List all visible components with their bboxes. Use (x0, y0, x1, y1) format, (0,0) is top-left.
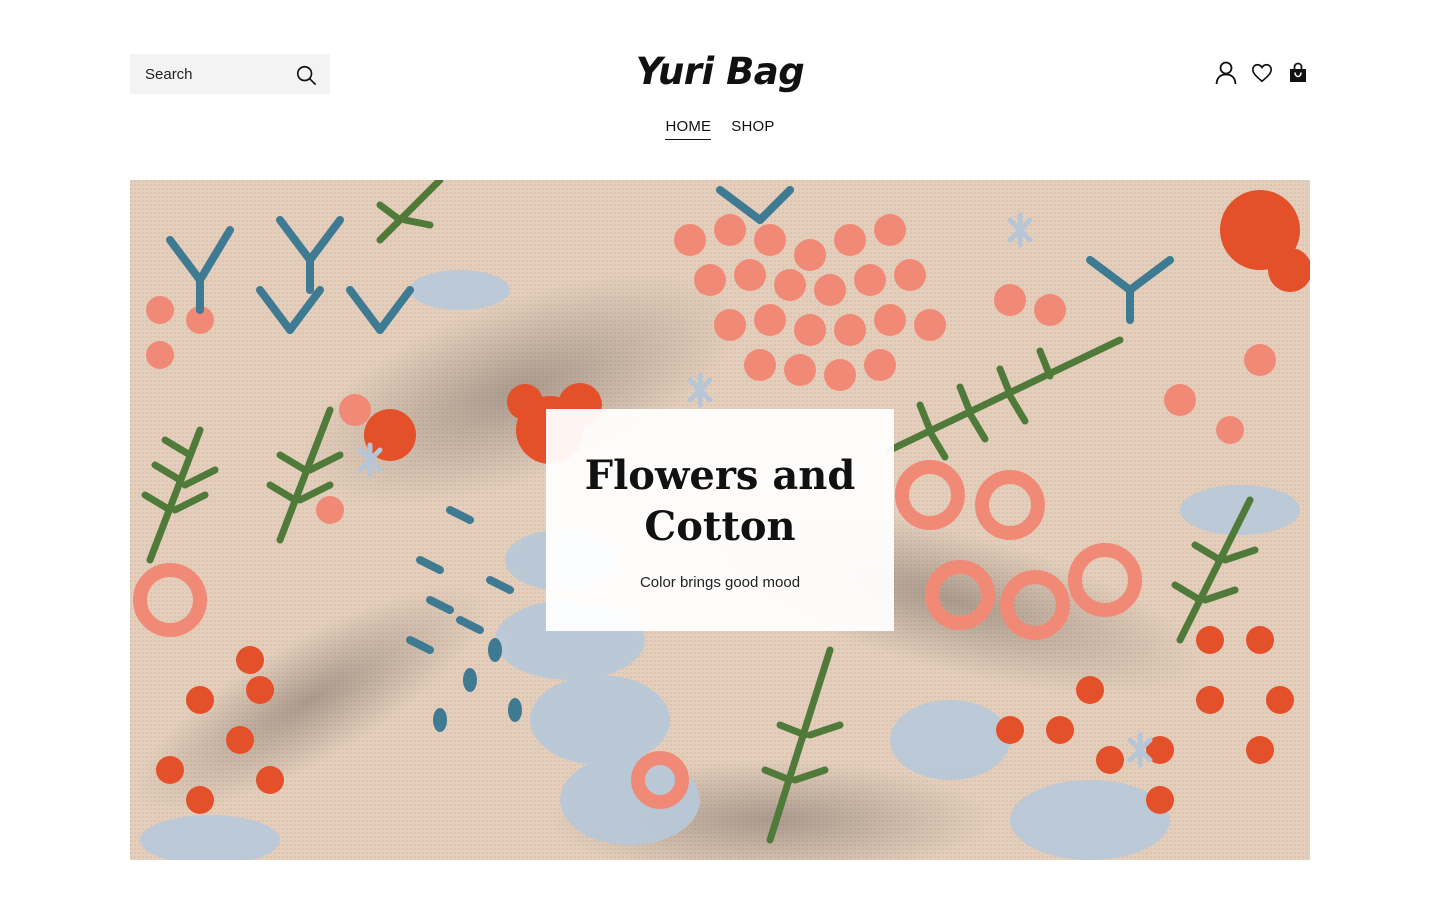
site-logo[interactable]: Yuri Bag (560, 50, 880, 93)
search-icon[interactable] (294, 63, 318, 87)
heart-icon[interactable] (1250, 60, 1274, 86)
hero-banner[interactable]: Flowers and Cotton Color brings good moo… (130, 180, 1310, 860)
main-nav: HOME SHOP (0, 118, 1440, 140)
site-header: Yuri Bag HOME SHOP (0, 0, 1440, 180)
header-icons (1214, 60, 1310, 86)
bag-icon[interactable] (1286, 60, 1310, 86)
hero-card: Flowers and Cotton Color brings good moo… (546, 409, 894, 631)
hero-subtitle: Color brings good mood (639, 573, 801, 591)
search-input[interactable] (130, 54, 280, 94)
nav-item-home[interactable]: HOME (665, 118, 712, 140)
account-icon[interactable] (1214, 60, 1238, 86)
hero-title: Flowers and Cotton (584, 451, 856, 550)
nav-item-shop[interactable]: SHOP (731, 118, 774, 140)
search-box (130, 54, 330, 94)
